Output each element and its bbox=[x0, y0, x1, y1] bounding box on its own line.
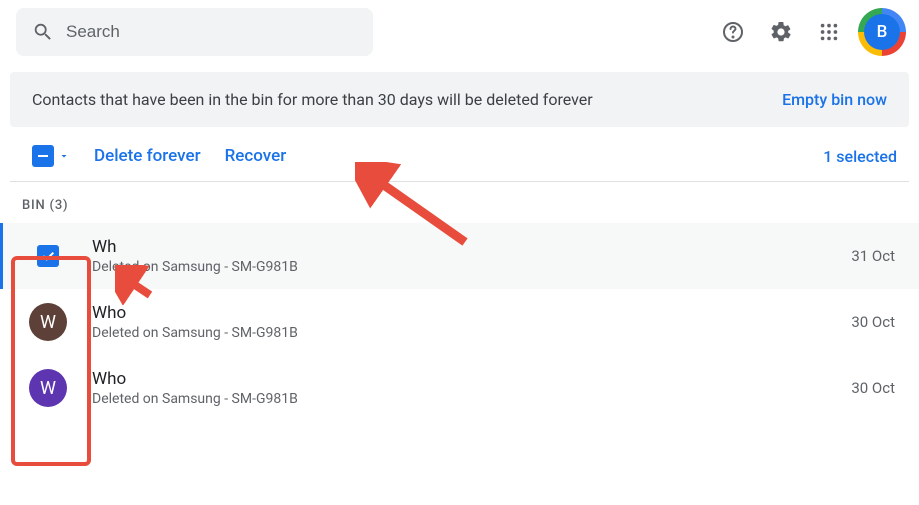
recover-button[interactable]: Recover bbox=[225, 146, 287, 166]
contact-subtitle: Deleted on Samsung - SM-G981B bbox=[92, 391, 827, 407]
contact-date: 30 Oct bbox=[851, 313, 895, 331]
table-row[interactable]: Wh Deleted on Samsung - SM-G981B 31 Oct bbox=[0, 223, 919, 289]
delete-forever-button[interactable]: Delete forever bbox=[94, 146, 201, 166]
contact-date: 30 Oct bbox=[851, 379, 895, 397]
apps-icon[interactable] bbox=[809, 12, 849, 52]
table-row[interactable]: W Who Deleted on Samsung - SM-G981B 30 O… bbox=[0, 355, 919, 421]
contact-list: Wh Deleted on Samsung - SM-G981B 31 Oct … bbox=[0, 223, 919, 421]
avatar: W bbox=[29, 303, 67, 341]
contact-subtitle: Deleted on Samsung - SM-G981B bbox=[92, 259, 827, 275]
gear-icon[interactable] bbox=[761, 12, 801, 52]
bin-section-label: BIN (3) bbox=[0, 182, 919, 223]
selection-count: 1 selected bbox=[823, 147, 897, 166]
info-banner: Contacts that have been in the bin for m… bbox=[10, 72, 909, 127]
contact-name: Wh bbox=[92, 237, 827, 257]
avatar: W bbox=[29, 369, 67, 407]
help-icon[interactable] bbox=[713, 12, 753, 52]
contact-date: 31 Oct bbox=[851, 247, 895, 265]
chevron-down-icon bbox=[58, 150, 70, 162]
search-icon bbox=[32, 21, 54, 43]
contact-subtitle: Deleted on Samsung - SM-G981B bbox=[92, 325, 827, 341]
empty-bin-button[interactable]: Empty bin now bbox=[782, 90, 887, 109]
search-input[interactable] bbox=[66, 22, 357, 42]
banner-message: Contacts that have been in the bin for m… bbox=[32, 90, 782, 109]
row-checkbox[interactable] bbox=[37, 245, 59, 267]
header-bar: B bbox=[0, 0, 919, 64]
contact-name: Who bbox=[92, 369, 827, 389]
contact-name: Who bbox=[92, 303, 827, 323]
indeterminate-checkbox-icon bbox=[32, 145, 54, 167]
table-row[interactable]: W Who Deleted on Samsung - SM-G981B 30 O… bbox=[0, 289, 919, 355]
profile-avatar[interactable]: B bbox=[861, 11, 903, 53]
action-toolbar: Delete forever Recover 1 selected bbox=[0, 127, 919, 181]
search-box[interactable] bbox=[16, 8, 373, 56]
select-all-toggle[interactable] bbox=[32, 145, 70, 167]
